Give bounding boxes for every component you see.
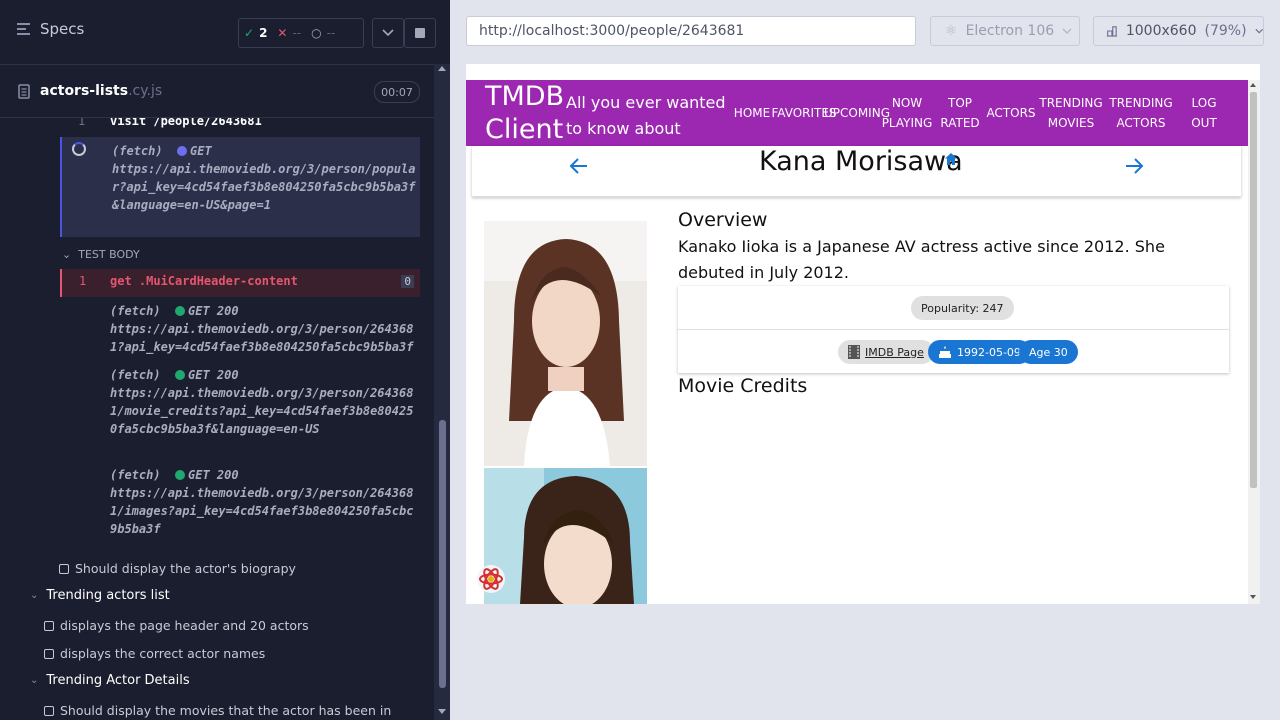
viewport-selector[interactable]: 1000x660 (79%) [1093,16,1264,46]
actor-info-card: Popularity: 247 IMDB Page 1992-05-09 Age… [678,286,1229,373]
actor-photo [484,221,647,466]
nav-trending-movies[interactable]: TRENDING MOVIES [1039,80,1103,146]
test-body-toggle[interactable]: ⌄ TEST BODY [62,248,140,261]
specs-label: Specs [40,20,85,38]
chevron-down-icon [1254,28,1263,34]
spec-file-header: actors-lists.cy.js 00:07 [0,65,434,118]
failed-count: -- [292,26,302,40]
arrow-forward-icon[interactable] [1124,156,1144,176]
chevron-down-icon [1062,28,1072,34]
imdb-chip[interactable]: IMDB Page [838,340,934,364]
browser-selector[interactable]: ⚛ Electron 106 [930,16,1080,46]
chevron-down-icon: ⌄ [30,590,39,601]
birthday-chip: 1992-05-09 [928,340,1031,364]
suite-item[interactable]: ⌄ Trending actors list [30,588,170,603]
chevron-down-icon[interactable] [372,18,404,48]
spec-duration: 00:07 [374,81,420,103]
test-status-icon [44,648,54,659]
test-status-icon [59,563,69,574]
actor-card-header: Kana Morisawa [472,146,1241,197]
runner-panel: Specs ✓ 2 ✕ -- ○ -- actors-lists.cy.js 0… [0,0,450,720]
app-scroll-thumb[interactable] [1250,92,1257,488]
command-fetch-pending[interactable]: (fetch) GET https://api.themoviedb.org/3… [60,137,420,237]
test-stats: ✓ 2 ✕ -- ○ -- [238,18,364,48]
file-icon [18,84,30,99]
scroll-up-icon[interactable] [1250,83,1256,87]
nav-log-out[interactable]: LOG OUT [1184,80,1224,146]
specs-button[interactable]: Specs [16,20,84,38]
app-viewport: TMDB Client All you ever wanted to know … [466,64,1260,604]
passed-check-icon: ✓ [244,26,255,40]
specs-list-icon [17,23,30,35]
test-item[interactable]: Should display the movies that the actor… [44,703,391,718]
film-icon [848,345,860,359]
pending-count: -- [326,26,336,40]
loading-spinner-icon [72,142,86,156]
test-item[interactable]: displays the page header and 20 actors [44,618,309,633]
failed-x-icon: ✕ [277,26,288,40]
passed-count: 2 [259,26,268,40]
electron-icon: ⚛ [945,23,958,39]
movie-credits-heading: Movie Credits [678,375,808,397]
actor-biography: Kanako Iioka is a Japanese AV actress ac… [678,237,1165,282]
element-count-badge: 0 [401,275,414,288]
chevron-down-icon: ⌄ [30,675,39,686]
age-chip: Age 30 [1019,340,1078,364]
react-icon[interactable] [476,564,506,594]
cake-icon [939,346,951,358]
test-item[interactable]: Should display the actor's biograpy [59,561,296,576]
spec-file-name: actors-lists.cy.js [40,83,163,99]
url-bar[interactable]: http://localhost:3000/people/2643681 [466,16,916,46]
test-status-icon [44,620,54,631]
pending-spinner-icon: ○ [311,26,322,40]
actor-photo [484,468,647,604]
overview-heading: Overview [678,209,768,231]
command-log-scroll-thumb[interactable] [439,420,446,688]
command-log: 1 visit /people/2643681 (fetch) GET http… [0,118,434,720]
nav-trending-actors[interactable]: TRENDING ACTORS [1109,80,1173,146]
scroll-down-icon[interactable] [438,709,446,714]
nav-top-rated[interactable]: TOP RATED [936,80,984,146]
popularity-chip: Popularity: 247 [911,296,1014,320]
actor-name: Kana Morisawa [759,146,963,177]
nav-now-playing[interactable]: NOW PLAYING [880,80,934,146]
suite-item[interactable]: ⌄ Trending Actor Details [30,673,190,688]
arrow-back-icon[interactable] [569,156,589,176]
stop-icon[interactable] [404,18,436,48]
app-header: TMDB Client All you ever wanted to know … [466,80,1248,164]
command-visit[interactable]: 1 visit /people/2643681 [60,118,418,130]
nav-actors[interactable]: ACTORS [986,80,1036,146]
home-icon[interactable] [944,152,958,166]
site-logo[interactable]: TMDB Client [485,80,567,146]
nav-home[interactable]: HOME [732,80,772,146]
test-item[interactable]: displays the correct actor names [44,646,265,661]
runner-topbar: Specs ✓ 2 ✕ -- ○ -- [0,0,450,65]
scroll-down-icon[interactable] [1250,595,1256,599]
test-status-icon [44,705,54,716]
imdb-link[interactable]: IMDB Page [865,346,924,359]
command-get[interactable]: 1 get .MuiCardHeader-content 0 [60,269,420,297]
scroll-up-icon[interactable] [438,66,446,71]
viewport-icon [1106,26,1117,37]
